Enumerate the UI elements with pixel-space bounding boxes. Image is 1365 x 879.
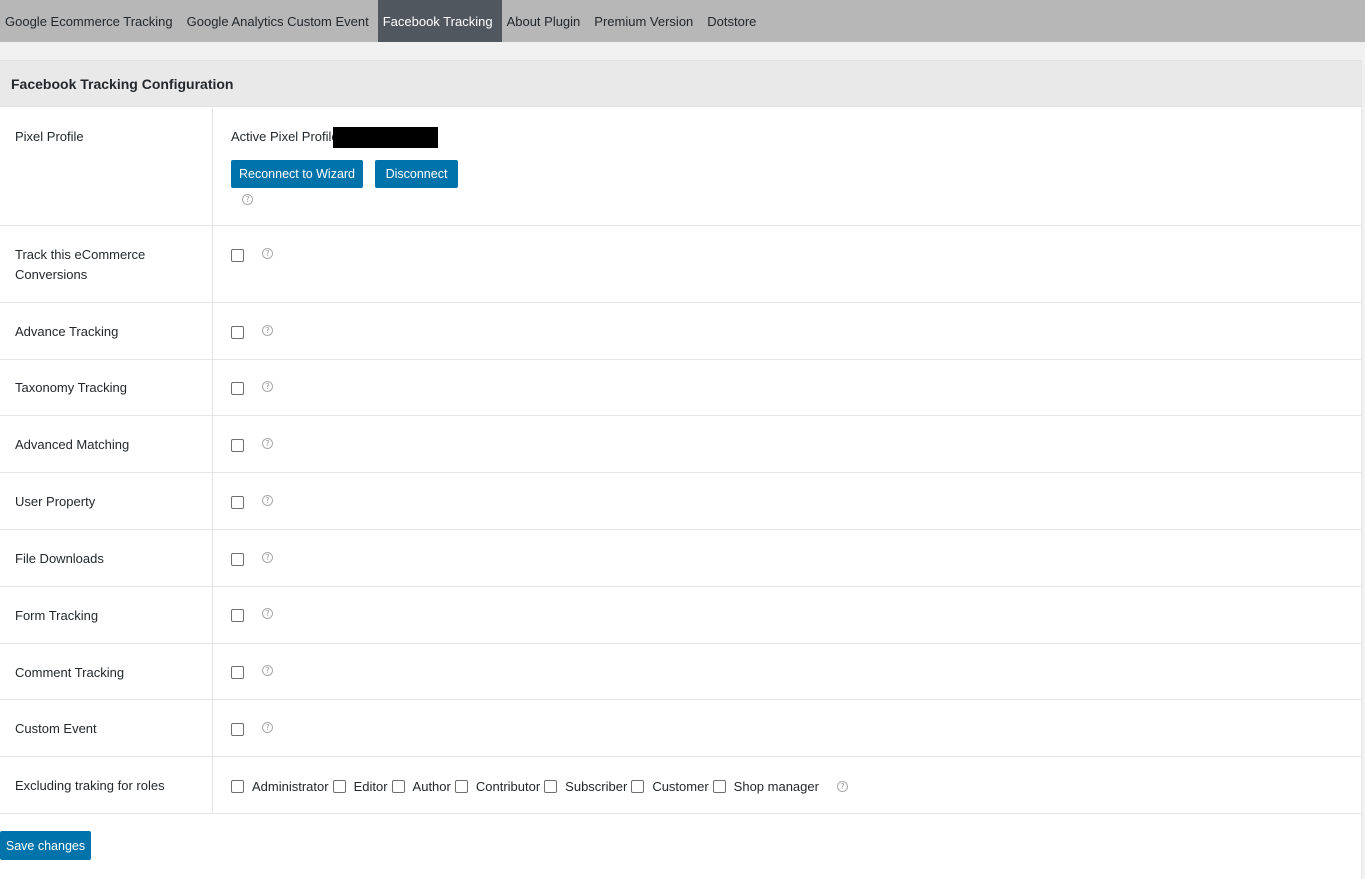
question-circle-icon[interactable]: ?: [262, 608, 273, 619]
role-subscriber[interactable]: Subscriber: [544, 779, 627, 794]
column-divider: [212, 416, 213, 472]
setting-label: Taxonomy Tracking: [15, 380, 127, 395]
setting-label: Form Tracking: [15, 608, 99, 623]
role-checkbox[interactable]: [454, 779, 468, 793]
setting-row-custom-event: Custom Event ?: [0, 700, 1361, 757]
setting-row-taxonomy-tracking: Taxonomy Tracking ?: [0, 360, 1361, 416]
question-circle-icon[interactable]: ?: [262, 438, 273, 449]
tab-google-ecommerce-tracking[interactable]: Google Ecommerce Tracking: [0, 0, 182, 42]
role-checkbox[interactable]: [712, 779, 726, 793]
question-circle-icon[interactable]: ?: [262, 495, 273, 506]
setting-label: User Property: [15, 494, 96, 509]
taxonomy-tracking-checkbox[interactable]: [231, 382, 244, 395]
question-circle-icon[interactable]: ?: [262, 552, 273, 563]
setting-row-advance-tracking: Advance Tracking ?: [0, 303, 1361, 360]
role-checkbox[interactable]: [631, 779, 645, 793]
user-property-checkbox[interactable]: [231, 496, 244, 509]
pixel-profile-label: Pixel Profile: [15, 129, 84, 144]
advance-tracking-checkbox[interactable]: [231, 326, 244, 339]
disconnect-button[interactable]: Disconnect: [375, 160, 458, 188]
setting-label: Advanced Matching: [15, 437, 130, 452]
track-ecommerce-checkbox[interactable]: [231, 249, 244, 262]
column-divider: [212, 226, 213, 302]
custom-event-checkbox[interactable]: [231, 723, 244, 736]
role-contributor[interactable]: Contributor: [454, 778, 541, 794]
role-checkbox[interactable]: [544, 779, 558, 793]
role-label: Shop manager: [733, 778, 819, 794]
panel-title: Facebook Tracking Configuration: [0, 61, 1361, 107]
role-label: Editor: [353, 778, 388, 794]
tab-google-analytics-custom-event[interactable]: Google Analytics Custom Event: [182, 0, 378, 42]
role-label: Subscriber: [565, 778, 628, 794]
role-label: Customer: [652, 778, 709, 794]
column-divider: [212, 644, 213, 699]
column-divider: [212, 530, 213, 586]
settings-panel: Facebook Tracking Configuration Pixel Pr…: [0, 60, 1362, 879]
role-label: Author: [412, 778, 451, 794]
question-circle-icon[interactable]: ?: [262, 325, 273, 336]
setting-label: Custom Event: [15, 721, 97, 736]
setting-label: Excluding traking for roles: [15, 778, 165, 793]
role-checkbox[interactable]: [231, 779, 244, 793]
tab-facebook-tracking[interactable]: Facebook Tracking: [377, 0, 502, 42]
role-label: Contributor: [475, 778, 541, 794]
setting-row-track-ecommerce: Track this eCommerce Conversions ?: [0, 226, 1361, 303]
advanced-matching-checkbox[interactable]: [231, 439, 244, 452]
setting-label: Comment Tracking: [15, 665, 125, 680]
pixel-profile-row: Pixel Profile Active Pixel Profile Recon…: [0, 108, 1361, 226]
active-pixel-profile-label: Active Pixel Profile: [231, 129, 339, 144]
tab-about-plugin[interactable]: About Plugin: [502, 0, 590, 42]
question-circle-icon[interactable]: ?: [262, 665, 273, 676]
save-changes-button[interactable]: Save changes: [0, 831, 91, 860]
setting-row-form-tracking: Form Tracking ?: [0, 587, 1361, 644]
setting-label: File Downloads: [15, 551, 104, 566]
role-editor[interactable]: Editor: [332, 778, 388, 794]
comment-tracking-checkbox[interactable]: [231, 666, 244, 679]
column-divider: [212, 473, 213, 529]
column-divider: [212, 303, 213, 359]
pixel-profile-value: [333, 127, 438, 148]
column-divider: [212, 587, 213, 643]
column-divider: [212, 108, 213, 225]
role-label: Administrator: [252, 778, 329, 794]
tab-premium-version[interactable]: Premium Version: [589, 0, 702, 42]
role-administrator[interactable]: Administrator: [231, 779, 329, 794]
question-circle-icon[interactable]: ?: [836, 780, 848, 792]
column-divider: [212, 757, 213, 813]
column-divider: [212, 700, 213, 756]
role-customer[interactable]: Customer: [631, 778, 709, 794]
question-circle-icon[interactable]: ?: [262, 381, 273, 392]
setting-row-file-downloads: File Downloads ?: [0, 530, 1361, 587]
form-tracking-checkbox[interactable]: [231, 609, 244, 622]
role-shop-manager[interactable]: Shop manager: [712, 778, 819, 794]
column-divider: [212, 360, 213, 415]
roles-checkbox-group: Administrator Editor Author Contributor …: [231, 778, 848, 794]
role-checkbox[interactable]: [332, 779, 346, 793]
tab-dotstore[interactable]: Dotstore: [702, 0, 765, 42]
setting-row-excluding-roles: Excluding traking for roles Administrato…: [0, 757, 1361, 814]
question-circle-icon[interactable]: ?: [262, 722, 273, 733]
setting-row-advanced-matching: Advanced Matching ?: [0, 416, 1361, 473]
tab-bar: Google Ecommerce Tracking Google Analyti…: [0, 0, 1365, 42]
role-author[interactable]: Author: [391, 778, 451, 794]
setting-row-user-property: User Property ?: [0, 473, 1361, 530]
role-checkbox[interactable]: [391, 779, 405, 793]
setting-row-comment-tracking: Comment Tracking ?: [0, 644, 1361, 700]
setting-label: Advance Tracking: [15, 324, 119, 339]
reconnect-to-wizard-button[interactable]: Reconnect to Wizard: [231, 160, 363, 188]
file-downloads-checkbox[interactable]: [231, 553, 244, 566]
setting-label: Track this eCommerce Conversions: [15, 247, 146, 282]
question-circle-icon[interactable]: ?: [262, 248, 273, 259]
question-circle-icon[interactable]: ?: [242, 194, 253, 205]
